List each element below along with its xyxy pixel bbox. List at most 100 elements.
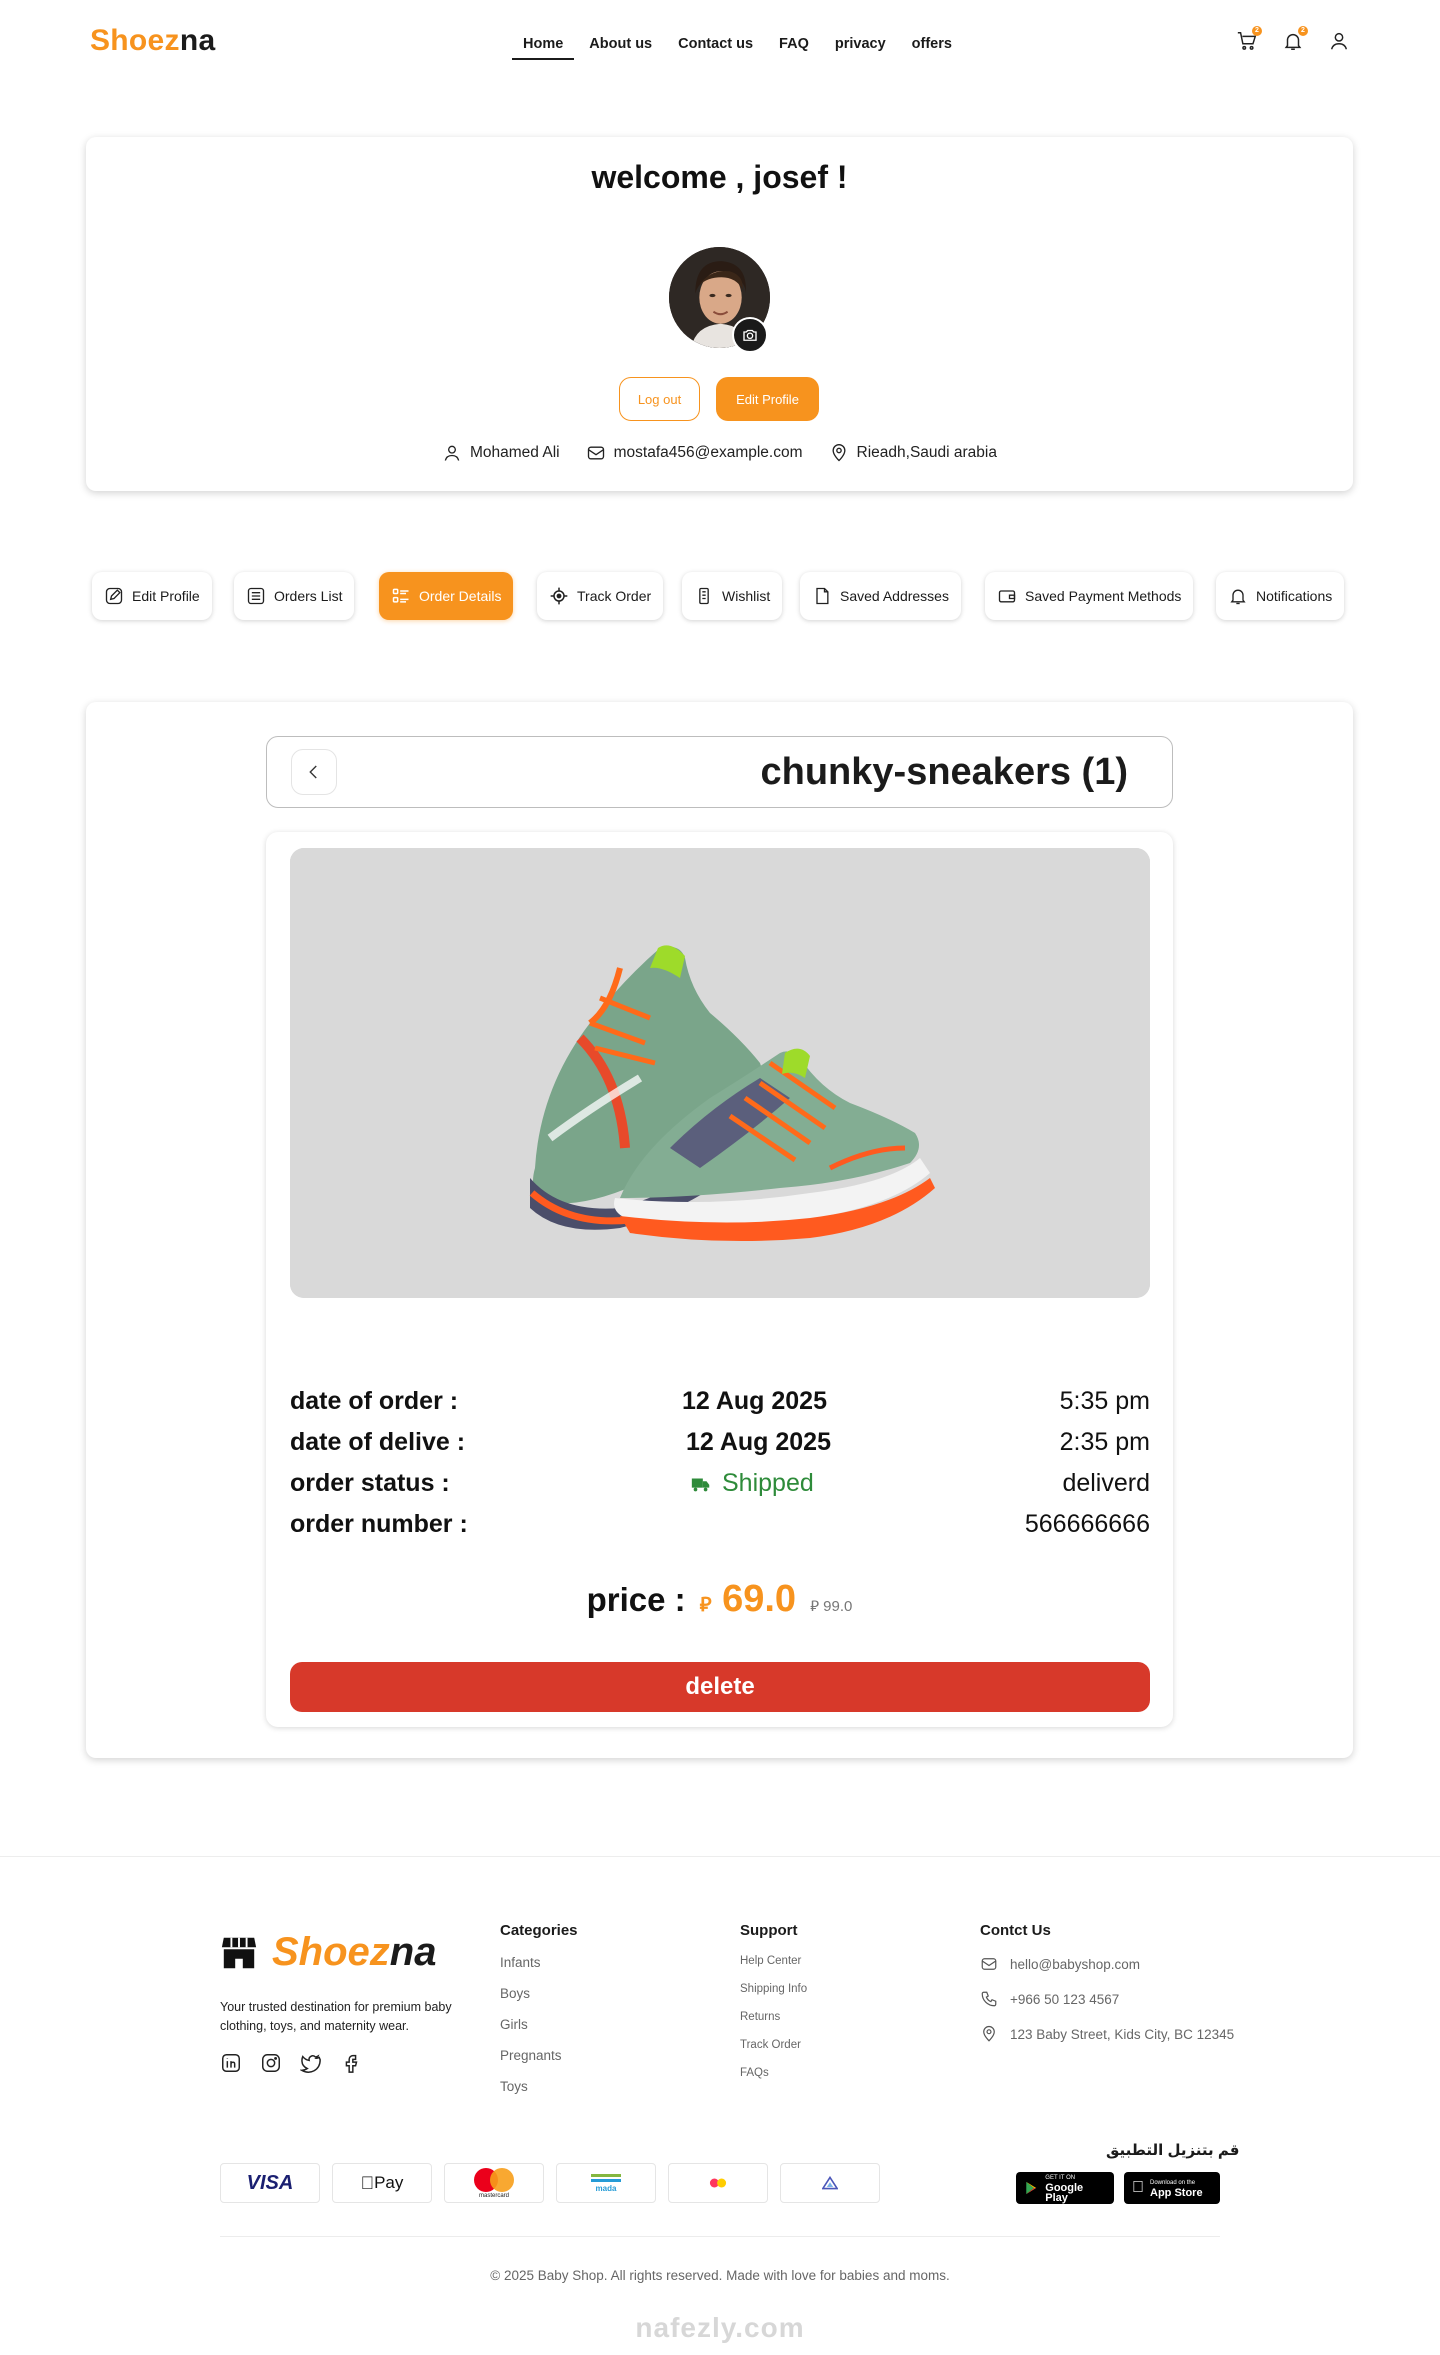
nav-about[interactable]: About us [576, 34, 665, 60]
riyal-icon: ⃁ [810, 1598, 819, 1615]
cart-icon[interactable]: 2 [1236, 26, 1262, 52]
footer-contact: Contct Us hello@babyshop.com +966 50 123… [980, 1922, 1235, 2043]
footer-link[interactable]: Toys [500, 2079, 578, 2094]
delete-button[interactable]: delete [290, 1662, 1150, 1712]
footer-link[interactable]: Infants [500, 1955, 578, 1970]
footer-link[interactable]: Shipping Info [740, 1983, 807, 1995]
footer-support: Support Help Center Shipping Info Return… [740, 1922, 808, 2079]
mastercard-logo: mastercard [444, 2163, 544, 2203]
edit-icon [105, 587, 123, 605]
tab-wishlist[interactable]: Wishlist [682, 572, 783, 620]
twitter-icon[interactable] [300, 2052, 322, 2074]
tab-saved-addresses[interactable]: Saved Addresses [800, 572, 961, 620]
footer-tagline: Your trusted destination for premium bab… [220, 2000, 452, 2033]
contact-address: 123 Baby Street, Kids City, BC 12345 [980, 2025, 1234, 2043]
mail-icon [981, 1958, 997, 1970]
riyal-icon: ⃁ [699, 1594, 712, 1616]
apple-pay-logo: Pay [332, 2163, 432, 2203]
profile-card: welcome , josef ! Log out Edit Profile M… [86, 137, 1353, 491]
watermark: nafezly.com [635, 2312, 805, 2343]
order-status-row: order status : Shipped deliverd [290, 1469, 1150, 1498]
app-badges: GET IT ONGoogle Play  Download on theAp… [1016, 2172, 1220, 2204]
delivery-date-row: date of delive : 12 Aug 2025 2:35 pm [290, 1428, 1150, 1456]
product-title: chunky-sneakers (1) [760, 751, 1129, 793]
phone-icon [981, 1991, 997, 2007]
details-icon [392, 588, 409, 603]
contact-phone[interactable]: +966 50 123 4567 [980, 1990, 1234, 2008]
back-button[interactable] [291, 749, 337, 795]
order-detail-box: date of order : 12 Aug 2025 5:35 pm date… [266, 832, 1173, 1727]
stc-pay-logo [668, 2163, 768, 2203]
logo[interactable]: Shoezna [90, 24, 215, 58]
old-price: ⃁ 99.0 [810, 1598, 853, 1615]
bell-icon [1230, 589, 1246, 605]
location-icon [832, 444, 846, 462]
tab-edit-profile[interactable]: Edit Profile [92, 572, 212, 620]
facebook-icon[interactable] [340, 2052, 362, 2074]
apple-icon:  [1132, 2179, 1144, 2197]
site-header: Shoezna Home About us Contact us FAQ pri… [0, 0, 1440, 90]
location-icon [983, 2025, 995, 2042]
tab-orders-list[interactable]: Orders List [234, 572, 355, 620]
payment-methods: VISA Pay mastercard mada [220, 2163, 880, 2203]
app-store-button[interactable]:  Download on theApp Store [1124, 2172, 1220, 2204]
order-details-card: chunky-sneakers (1) date of order: 12 A… [86, 702, 1353, 1758]
document-icon [816, 587, 829, 605]
footer-link[interactable]: Track Order [740, 2039, 807, 2051]
chevron-left-icon [309, 765, 317, 779]
footer-link[interactable]: Boys [500, 1986, 578, 2001]
logout-button[interactable]: Log out [619, 377, 700, 421]
current-price: ⃁ 69.0 [699, 1578, 797, 1620]
order-date-row: date of order : 12 Aug 2025 5:35 pm [290, 1387, 1150, 1415]
footer-bottom-divider [220, 2236, 1220, 2237]
profile-info: Mohamed Ali mostafa456@example.com Riead… [86, 443, 1353, 463]
nav-contact[interactable]: Contact us [665, 34, 766, 60]
nav-offers[interactable]: offers [899, 34, 965, 60]
google-play-button[interactable]: GET IT ON Google Play [1016, 2172, 1114, 2204]
camera-icon[interactable] [732, 317, 768, 353]
footer-link[interactable]: Girls [500, 2017, 578, 2032]
user-icon[interactable] [1328, 30, 1350, 52]
nav-home[interactable]: Home [510, 34, 576, 60]
target-icon [550, 587, 568, 605]
footer-categories: Categories Infants Boys Girls Pregnants … [500, 1922, 578, 2094]
footer-link[interactable]: Help Center [740, 1955, 807, 1967]
product-image [290, 848, 1150, 1298]
nav-privacy[interactable]: privacy [822, 34, 899, 60]
contact-email[interactable]: hello@babyshop.com [980, 1955, 1234, 1973]
tab-track-order[interactable]: Track Order [537, 572, 664, 620]
mada-logo: mada [556, 2163, 656, 2203]
wallet-icon [998, 590, 1016, 603]
nav-faq[interactable]: FAQ [766, 34, 822, 60]
copyright: © 2025 Baby Shop. All rights reserved. M… [490, 2268, 950, 2283]
footer-link[interactable]: Pregnants [500, 2048, 578, 2063]
footer-link[interactable]: FAQs [740, 2067, 807, 2079]
user-icon [444, 445, 460, 461]
instagram-icon[interactable] [260, 2052, 282, 2074]
wishlist-icon [699, 587, 709, 605]
edit-profile-button[interactable]: Edit Profile [716, 377, 819, 421]
truck-icon [691, 1478, 710, 1491]
status-badge: Shipped [690, 1469, 814, 1498]
visa-logo: VISA [220, 2163, 320, 2203]
linkedin-icon[interactable] [220, 2052, 242, 2074]
welcome-title: welcome , josef ! [591, 159, 848, 195]
tab-order-details[interactable]: Order Details [379, 572, 514, 620]
bell-icon[interactable]: 2 [1282, 26, 1308, 52]
list-icon [247, 587, 265, 605]
social-links [220, 2052, 362, 2074]
order-number-row: order number : 566666666 [290, 1510, 1150, 1538]
app-download-title: قم بتنزيل التطبيق [1106, 2142, 1240, 2159]
tab-notifications[interactable]: Notifications [1216, 572, 1345, 620]
tab-saved-payment-methods[interactable]: Saved Payment Methods [985, 572, 1194, 620]
mail-icon [587, 446, 604, 460]
profile-email: mostafa456@example.com [586, 443, 803, 463]
order-title-bar: chunky-sneakers (1) [266, 736, 1173, 808]
price-row: price : ⃁ 69.0 ⃁ 99.0 [586, 1578, 853, 1620]
footer-logo[interactable]: Shoezna [220, 1930, 436, 1975]
footer-divider [0, 1856, 1440, 1857]
main-nav: Home About us Contact us FAQ privacy off… [510, 34, 965, 60]
profile-name: Mohamed Ali [442, 443, 560, 463]
profile-location: Rieadh,Saudi arabia [829, 443, 997, 463]
footer-link[interactable]: Returns [740, 2011, 807, 2023]
